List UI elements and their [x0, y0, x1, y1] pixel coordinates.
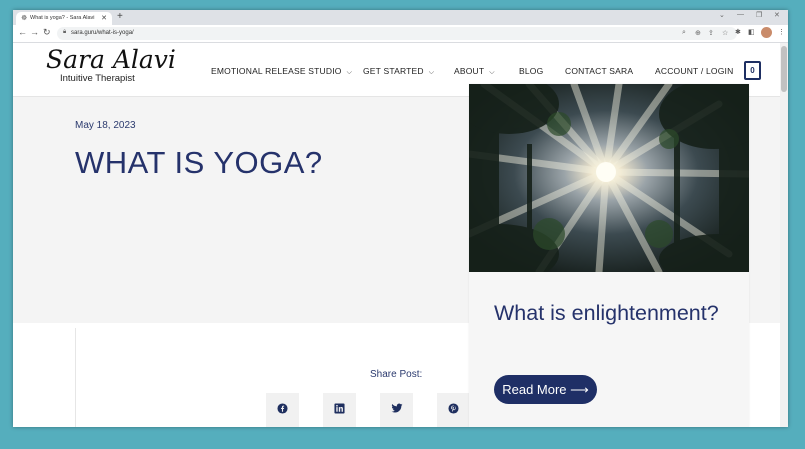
zoom-icon[interactable]: ⊕ [695, 29, 701, 37]
search-icon[interactable]: ⌕ [682, 29, 686, 37]
scrollbar-thumb[interactable] [781, 46, 787, 92]
avatar[interactable] [761, 27, 772, 38]
back-icon[interactable]: ← [18, 27, 27, 37]
nav-contact-sara[interactable]: CONTACT SARA [565, 66, 633, 76]
address-bar: ← → ↻ 🔒︎ sara.guru/what-is-yoga/ ⌕ ⊕ ⇪ ☆… [13, 25, 788, 43]
divider [75, 328, 76, 427]
nav-label: EMOTIONAL RELEASE STUDIO [211, 66, 342, 76]
nav-emotional-release-studio[interactable]: EMOTIONAL RELEASE STUDIO ⌵ [211, 66, 352, 77]
nav-get-started[interactable]: GET STARTED ⌵ [363, 66, 434, 77]
post-date: May 18, 2023 [75, 120, 136, 131]
maximize-icon[interactable]: ❐ [756, 11, 762, 19]
cart-count: 0 [750, 66, 755, 75]
nav-account-login[interactable]: ACCOUNT / LOGIN [655, 66, 733, 76]
minimize-icon[interactable]: — [737, 11, 744, 18]
url-field[interactable]: 🔒︎ sara.guru/what-is-yoga/ ⌕ ⊕ ⇪ ☆ [57, 27, 737, 40]
chevron-down-icon: ⌵ [346, 69, 353, 76]
share-label: Share Post: [370, 369, 423, 380]
tab-strip: ☸ What is yoga? - Sara Alavi ✕ + ⌄ — ❐ ✕ [13, 10, 788, 25]
logo[interactable]: Sara Alavi [46, 45, 176, 74]
forest-sunrays-image[interactable] [469, 84, 749, 272]
window-close-icon[interactable]: ✕ [774, 11, 780, 19]
related-post-card[interactable]: What is enlightenment? Read More ⟶ [469, 84, 749, 427]
nav-about[interactable]: ABOUT ⌵ [454, 66, 495, 77]
pinterest-icon [448, 403, 459, 417]
nav-label: CONTACT SARA [565, 66, 634, 76]
tab-title: What is yoga? - Sara Alavi [30, 15, 95, 21]
lock-icon[interactable]: 🔒︎ [63, 29, 66, 36]
read-more-button[interactable]: Read More ⟶ [494, 375, 597, 404]
browser-tab[interactable]: ☸ What is yoga? - Sara Alavi ✕ [16, 12, 112, 25]
card-title[interactable]: What is enlightenment? [494, 298, 734, 328]
new-tab-button[interactable]: + [117, 11, 123, 22]
nav-label: BLOG [519, 66, 544, 76]
linkedin-icon [334, 403, 345, 417]
web-page: Sara Alavi Intuitive Therapist EMOTIONAL… [13, 43, 788, 427]
browser-window: ☸ What is yoga? - Sara Alavi ✕ + ⌄ — ❐ ✕… [13, 10, 788, 427]
sidebar-icon[interactable]: ◧ [748, 28, 755, 36]
nav-label: ABOUT [454, 66, 485, 76]
nav-label: GET STARTED [363, 66, 424, 76]
page-title: WHAT IS YOGA? [75, 145, 323, 180]
nav-label: ACCOUNT / LOGIN [655, 66, 734, 76]
chevron-down-icon: ⌵ [489, 69, 495, 76]
twitter-icon [391, 403, 403, 417]
star-icon[interactable]: ☆ [722, 29, 728, 37]
extensions-icon[interactable]: ✱ [735, 28, 741, 36]
chevron-down-icon: ⌵ [428, 69, 435, 76]
logo-subtitle[interactable]: Intuitive Therapist [60, 73, 135, 84]
forward-icon[interactable]: → [30, 27, 39, 37]
reload-icon[interactable]: ↻ [43, 27, 51, 38]
facebook-icon [277, 403, 288, 417]
share-icon[interactable]: ⇪ [708, 29, 714, 37]
share-facebook-button[interactable] [266, 393, 299, 427]
site-favicon-icon: ☸ [21, 15, 28, 22]
share-pinterest-button[interactable] [437, 393, 470, 427]
tab-search-icon[interactable]: ⌄ [719, 11, 725, 19]
tab-close-icon[interactable]: ✕ [101, 14, 107, 22]
page-scrollbar[interactable] [780, 43, 788, 427]
share-twitter-button[interactable] [380, 393, 413, 427]
menu-icon[interactable]: ⋮ [778, 28, 785, 36]
cart-button[interactable]: 0 [744, 61, 761, 80]
share-linkedin-button[interactable] [323, 393, 356, 427]
url-text[interactable]: sara.guru/what-is-yoga/ [71, 30, 134, 36]
nav-blog[interactable]: BLOG [519, 66, 543, 76]
